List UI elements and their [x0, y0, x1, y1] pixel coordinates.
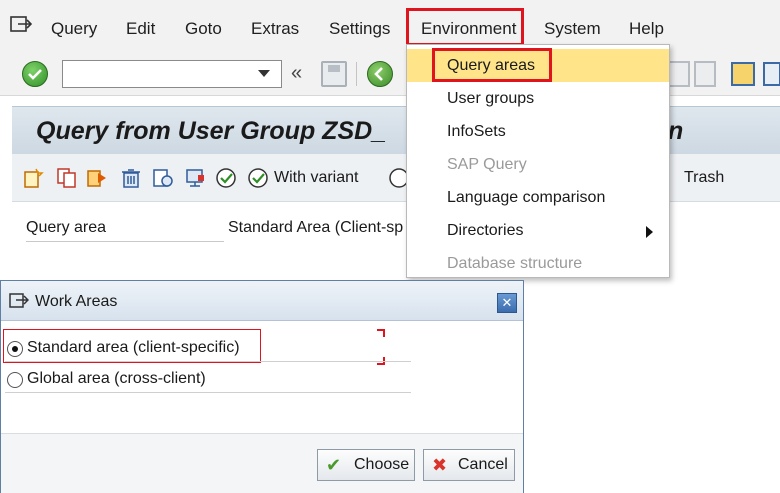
page-title-tail: n — [668, 117, 684, 145]
menu-system[interactable]: System — [544, 19, 601, 39]
trash-button[interactable]: Trash — [684, 169, 724, 187]
shortcut-icon[interactable] — [763, 62, 780, 86]
dialog-title: Work Areas — [35, 293, 118, 310]
menu-item-label: Directories — [447, 222, 524, 239]
execute-variant-icon[interactable] — [247, 167, 269, 189]
menu-item-infosets[interactable]: InfoSets — [407, 115, 669, 148]
check-icon: ✔ — [326, 455, 342, 475]
cancel-button[interactable]: ✖ Cancel — [423, 449, 515, 481]
menu-edit[interactable]: Edit — [126, 19, 155, 39]
menu-item-directories[interactable]: Directories — [407, 214, 669, 247]
menu-item-label: SAP Query — [447, 156, 527, 173]
rename-icon[interactable] — [86, 167, 108, 189]
create-session-icon[interactable] — [731, 62, 755, 86]
radio-underline — [5, 392, 411, 393]
query-area-label: Query area — [26, 219, 107, 236]
radio-label: Global area (cross-client) — [27, 370, 206, 387]
query-areas-highlight-box — [432, 48, 552, 82]
annotation-corner-top — [377, 329, 385, 337]
change-icon[interactable] — [184, 167, 206, 189]
close-icon[interactable]: ✕ — [497, 293, 517, 313]
enter-check-icon[interactable] — [22, 61, 48, 87]
radio-button-selected[interactable] — [7, 341, 23, 357]
menu-item-sap-query: SAP Query — [407, 148, 669, 181]
save-icon[interactable] — [321, 61, 347, 87]
menu-query[interactable]: Query — [51, 19, 97, 39]
page-up-icon[interactable] — [668, 61, 690, 87]
command-field[interactable] — [62, 60, 282, 88]
checkmark-icon — [28, 69, 42, 80]
query-area-underline — [26, 241, 224, 242]
work-areas-dialog: Work Areas ✕ Standard area (client-speci… — [0, 280, 524, 493]
choose-button[interactable]: ✔ Choose — [317, 449, 415, 481]
menu-item-label: User groups — [447, 90, 535, 107]
menu-item-database-structure: Database structure — [407, 247, 669, 280]
dialog-footer: ✔ Choose ✖ Cancel — [1, 433, 523, 493]
back-arrow-icon — [374, 67, 383, 81]
page-title: Query from User Group ZSD_ — [36, 117, 387, 145]
with-variant-button[interactable]: With variant — [274, 169, 358, 187]
menu-goto[interactable]: Goto — [185, 19, 222, 39]
cancel-x-icon: ✖ — [432, 455, 448, 475]
menu-extras[interactable]: Extras — [251, 19, 299, 39]
toolbar-separator — [356, 62, 357, 86]
menu-item-label: InfoSets — [447, 123, 506, 140]
copy-icon[interactable] — [56, 167, 78, 189]
menu-help[interactable]: Help — [629, 19, 664, 39]
menu-item-user-groups[interactable]: User groups — [407, 82, 669, 115]
dialog-title-bar: Work Areas ✕ — [1, 281, 523, 321]
command-dropdown-icon[interactable] — [258, 70, 270, 77]
page-down-icon[interactable] — [694, 61, 716, 87]
display-icon[interactable] — [152, 167, 174, 189]
exit-menu-icon[interactable] — [10, 14, 32, 34]
query-area-value: Standard Area (Client-sp — [228, 219, 404, 236]
submenu-arrow-icon — [646, 226, 653, 238]
menu-environment[interactable]: Environment — [421, 19, 516, 39]
menu-item-label: Database structure — [447, 255, 583, 272]
menu-item-language-comparison[interactable]: Language comparison — [407, 181, 669, 214]
radio-label: Standard area (client-specific) — [27, 339, 240, 356]
collapse-chevron-icon[interactable]: « — [291, 62, 302, 85]
back-icon[interactable] — [367, 61, 393, 87]
cancel-label: Cancel — [458, 456, 508, 473]
environment-dropdown: Query areas User groups InfoSets SAP Que… — [406, 44, 670, 278]
dialog-window-icon — [9, 293, 29, 308]
create-icon[interactable] — [22, 167, 44, 189]
execute-icon[interactable] — [215, 167, 237, 189]
radio-underline — [5, 361, 411, 362]
menu-item-label: Language comparison — [447, 189, 606, 206]
radio-button[interactable] — [7, 372, 23, 388]
menu-settings[interactable]: Settings — [329, 19, 390, 39]
choose-label: Choose — [354, 456, 410, 473]
delete-icon[interactable] — [120, 167, 142, 189]
